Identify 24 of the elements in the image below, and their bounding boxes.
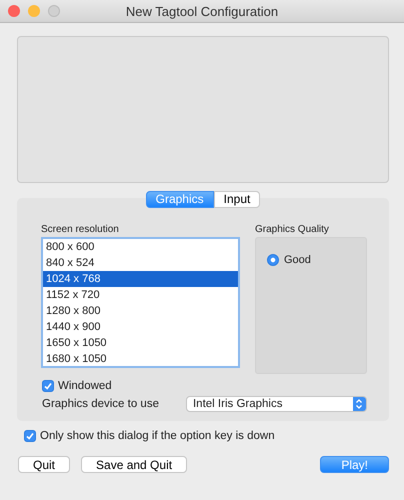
checkbox[interactable] [42,380,54,392]
tab[interactable]: Input [214,191,260,208]
list-item[interactable]: 1680 x 1050 [43,351,238,366]
window-title: New Tagtool Configuration [126,4,278,18]
device-dropdown[interactable]: Intel Iris Graphics [186,396,367,412]
section-label: Graphics Quality [255,224,330,235]
stepper-icon [352,397,366,411]
list-item[interactable]: 840 x 524 [43,255,238,271]
radio-label: Good [284,254,311,266]
list-item[interactable]: 1152 x 720 [43,287,238,303]
checkbox-label: Only show this dialog if the option key is down [40,430,275,442]
section-label: Screen resolution [41,224,120,235]
radio-button[interactable] [267,254,279,266]
checkbox[interactable] [24,430,36,442]
dialog-button[interactable]: Quit [18,456,70,473]
list-item[interactable]: 1024 x 768 [43,271,238,287]
list-item[interactable]: 800 x 600 [43,239,238,255]
close-icon[interactable] [8,5,20,17]
list-item[interactable]: 1440 x 900 [43,319,238,335]
checkbox-label: Windowed [58,380,112,392]
field-label: Graphics device to use [42,398,159,410]
list-item[interactable]: 1650 x 1050 [43,335,238,351]
dialog-button[interactable]: Save and Quit [81,456,188,473]
list-item[interactable]: 1280 x 800 [43,303,238,319]
